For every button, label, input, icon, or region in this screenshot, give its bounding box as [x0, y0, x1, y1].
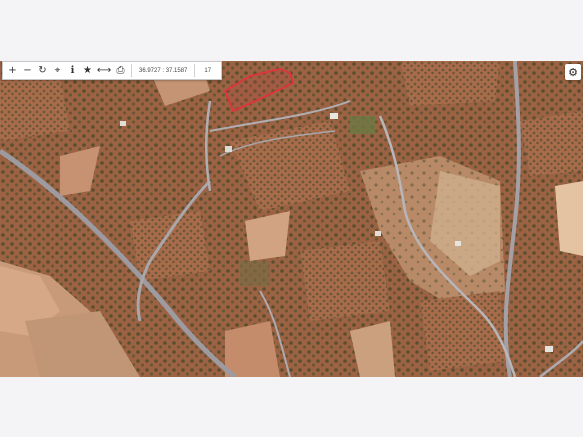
refresh-icon[interactable]: ↻	[35, 62, 50, 79]
map-toolbar: + − ↻ ⌖ ℹ ★ ⟷ ⎙ 36.9727 : 37.1587 17	[2, 61, 223, 80]
star-icon[interactable]: ★	[80, 62, 95, 79]
building	[375, 231, 381, 236]
building	[120, 121, 126, 126]
orchard	[420, 291, 505, 371]
zoom-out-icon[interactable]: −	[20, 62, 35, 79]
zoom-in-icon[interactable]: +	[5, 62, 20, 79]
gear-icon: ⚙	[568, 65, 578, 79]
green-field	[350, 116, 375, 134]
building	[455, 241, 461, 246]
satellite-map[interactable]	[0, 61, 583, 377]
orchard	[400, 61, 500, 106]
orchard	[520, 111, 583, 176]
measure-icon[interactable]: ⟷	[95, 62, 113, 79]
toolbar-divider	[131, 64, 132, 77]
building	[225, 146, 232, 152]
building	[545, 346, 553, 352]
locate-icon[interactable]: ⌖	[50, 62, 65, 79]
orchard	[0, 76, 70, 141]
toolbar-divider	[194, 64, 196, 77]
green-field	[240, 261, 270, 286]
orchard	[130, 211, 210, 281]
zoom-level-readout: 17	[204, 67, 212, 74]
coordinates-readout: 36.9727 : 37.1587	[139, 67, 188, 74]
orchard	[300, 241, 390, 321]
print-icon[interactable]: ⎙	[113, 62, 128, 79]
building	[330, 113, 338, 119]
settings-button[interactable]: ⚙	[565, 64, 581, 80]
info-icon[interactable]: ℹ	[65, 62, 80, 79]
